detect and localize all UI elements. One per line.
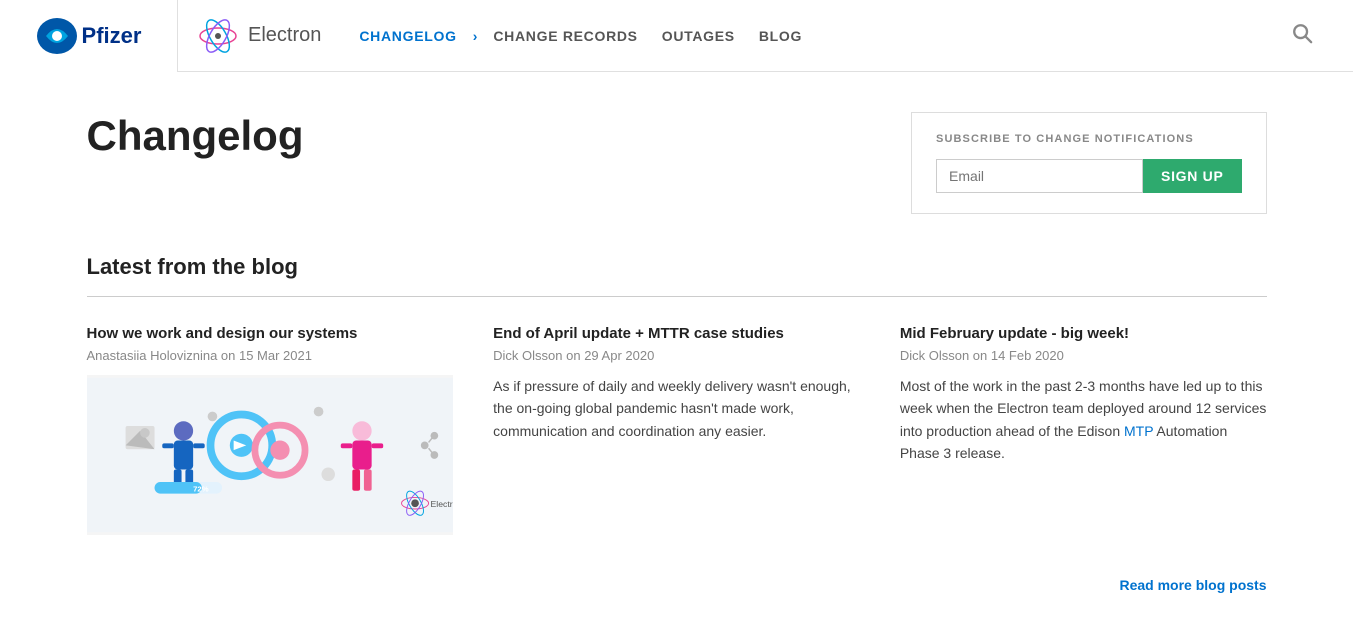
blog-section: Latest from the blog How we work and des… <box>87 254 1267 593</box>
blog-post-1-illustration: 72% Electron <box>87 375 454 535</box>
email-input[interactable] <box>936 159 1143 193</box>
main-nav: Electron CHANGELOG › CHANGE RECORDS OUTA… <box>178 16 1353 56</box>
subscribe-form: SIGN UP <box>936 159 1241 193</box>
read-more-link[interactable]: Read more blog posts <box>1119 577 1266 593</box>
sign-up-button[interactable]: SIGN UP <box>1143 159 1241 193</box>
blog-post-1-title[interactable]: How we work and design our systems <box>87 325 454 342</box>
page-title: Changelog <box>87 112 304 160</box>
read-more-row: Read more blog posts <box>87 577 1267 593</box>
pfizer-icon <box>36 17 78 55</box>
blog-post-2-meta: Dick Olsson on 29 Apr 2020 <box>493 348 860 363</box>
nav-changelog[interactable]: CHANGELOG <box>349 24 466 48</box>
svg-text:72%: 72% <box>193 485 209 494</box>
svg-text:Electron: Electron <box>430 499 453 509</box>
blog-section-title: Latest from the blog <box>87 254 1267 280</box>
subscribe-box: SUBSCRIBE TO CHANGE NOTIFICATIONS SIGN U… <box>911 112 1266 214</box>
nav-change-records[interactable]: CHANGE RECORDS <box>483 24 647 48</box>
section-divider <box>87 296 1267 297</box>
nav-chevron: › <box>473 28 478 44</box>
electron-brand[interactable]: Electron <box>198 16 321 56</box>
blog-post-2-excerpt: As if pressure of daily and weekly deliv… <box>493 375 860 442</box>
mtp-link[interactable]: MTP <box>1124 423 1153 439</box>
electron-name: Electron <box>248 24 321 47</box>
blog-grid: How we work and design our systems Anast… <box>87 325 1267 547</box>
search-button[interactable] <box>1291 22 1313 49</box>
blog-post-2: End of April update + MTTR case studies … <box>493 325 860 547</box>
blog-post-3-meta: Dick Olsson on 14 Feb 2020 <box>900 348 1267 363</box>
page-top: Changelog SUBSCRIBE TO CHANGE NOTIFICATI… <box>87 112 1267 214</box>
nav-links: CHANGELOG › CHANGE RECORDS OUTAGES BLOG <box>349 24 812 48</box>
blog-post-3-title[interactable]: Mid February update - big week! <box>900 325 1267 342</box>
blog-post-3: Mid February update - big week! Dick Ols… <box>900 325 1267 547</box>
search-icon <box>1291 22 1313 44</box>
pfizer-name: Pfizer <box>82 23 142 49</box>
blog-post-1: How we work and design our systems Anast… <box>87 325 454 547</box>
blog-post-1-meta: Anastasiia Holoviznina on 15 Mar 2021 <box>87 348 454 363</box>
blog-post-3-excerpt: Most of the work in the past 2-3 months … <box>900 375 1267 465</box>
nav-outages[interactable]: OUTAGES <box>652 24 745 48</box>
pfizer-logo-area[interactable]: Pfizer <box>0 0 178 72</box>
main-content: Changelog SUBSCRIBE TO CHANGE NOTIFICATI… <box>27 72 1327 633</box>
nav-blog[interactable]: BLOG <box>749 24 812 48</box>
header: Pfizer Electron CHANGELOG › CHANGE RECOR… <box>0 0 1353 72</box>
blog-post-2-title[interactable]: End of April update + MTTR case studies <box>493 325 860 342</box>
subscribe-label: SUBSCRIBE TO CHANGE NOTIFICATIONS <box>936 133 1241 145</box>
electron-logo-icon <box>198 16 238 56</box>
blog-post-1-image: 72% Electron <box>87 375 454 535</box>
